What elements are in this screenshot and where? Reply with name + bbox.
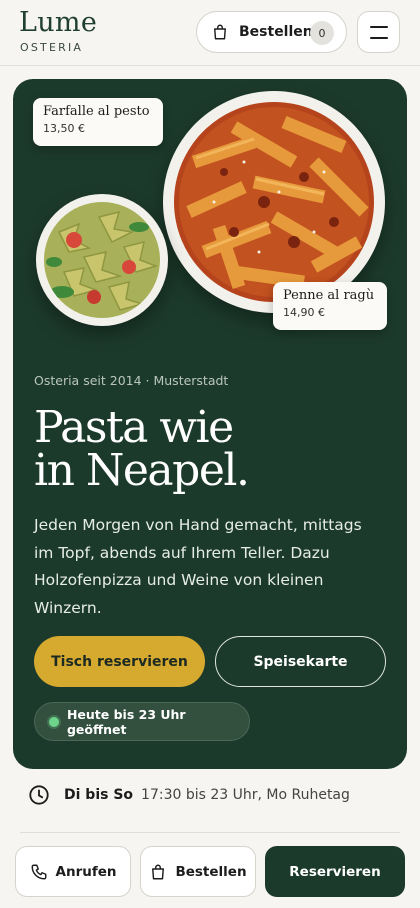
hours-time: 17:30 bis 23 Uhr, Mo Ruhetag [141, 787, 350, 803]
order-bottom-label: Bestellen [175, 863, 247, 880]
hero-headline: Pasta wie in Neapel. [34, 402, 250, 496]
dish-tag-penne: Penne al ragù 14,90 € [273, 282, 387, 330]
shopping-bag-icon [152, 864, 165, 879]
dish-name: Penne al ragù [283, 288, 375, 303]
cart-count-badge: 0 [310, 21, 334, 45]
headline-line-1: Pasta wie [34, 402, 234, 453]
menu-card-button[interactable]: Speisekarte [215, 636, 386, 687]
bottom-action-bar: Anrufen Bestellen Reservieren [0, 834, 420, 908]
hours-days: Di bis So [64, 787, 134, 803]
divider [20, 832, 400, 833]
farfalle-pesto-photo [44, 202, 160, 318]
order-bottom-button[interactable]: Bestellen [140, 846, 256, 897]
reserve-table-button[interactable]: Tisch reservieren [34, 636, 205, 687]
hamburger-icon [370, 37, 388, 39]
hamburger-icon [370, 26, 388, 28]
menu-button[interactable] [357, 11, 400, 53]
order-button[interactable]: Bestellen 0 [196, 11, 347, 53]
headline-line-2: in Neapel. [34, 445, 250, 496]
dish-price: 14,90 € [283, 306, 325, 319]
farfalle-plate-image [36, 194, 168, 326]
dish-name: Farfalle al pesto [43, 104, 150, 119]
shopping-bag-icon [214, 24, 226, 40]
opening-hours: Di bis So 17:30 bis 23 Uhr, Mo Ruhetag [28, 783, 350, 807]
open-status-badge: Heute bis 23 Uhr geöffnet [34, 702, 250, 741]
brand-subtitle: OSTERIA [20, 41, 84, 54]
hero-intro-text: Jeden Morgen von Hand gemacht, mittags i… [34, 516, 362, 617]
site-header: Lume OSTERIA Bestellen 0 [0, 0, 420, 66]
open-status-text: Heute bis 23 Uhr geöffnet [66, 706, 186, 737]
clock-icon [29, 785, 49, 805]
dish-price: 13,50 € [43, 122, 85, 135]
call-button[interactable]: Anrufen [15, 846, 131, 897]
phone-icon [31, 864, 46, 879]
since-label: Osteria seit 2014 · Musterstadt [34, 373, 229, 388]
brand-logo[interactable]: Lume [19, 7, 97, 38]
call-button-label: Anrufen [55, 863, 117, 880]
status-dot-icon [49, 716, 59, 727]
penne-ragu-photo [174, 102, 374, 302]
hero-card: Farfalle al pesto 13,50 € Penne al ragù … [13, 79, 407, 769]
penne-plate-image [163, 91, 385, 313]
dish-tag-farfalle: Farfalle al pesto 13,50 € [33, 98, 163, 146]
order-button-label: Bestellen [239, 24, 313, 40]
reserve-bottom-button[interactable]: Reservieren [265, 846, 405, 897]
